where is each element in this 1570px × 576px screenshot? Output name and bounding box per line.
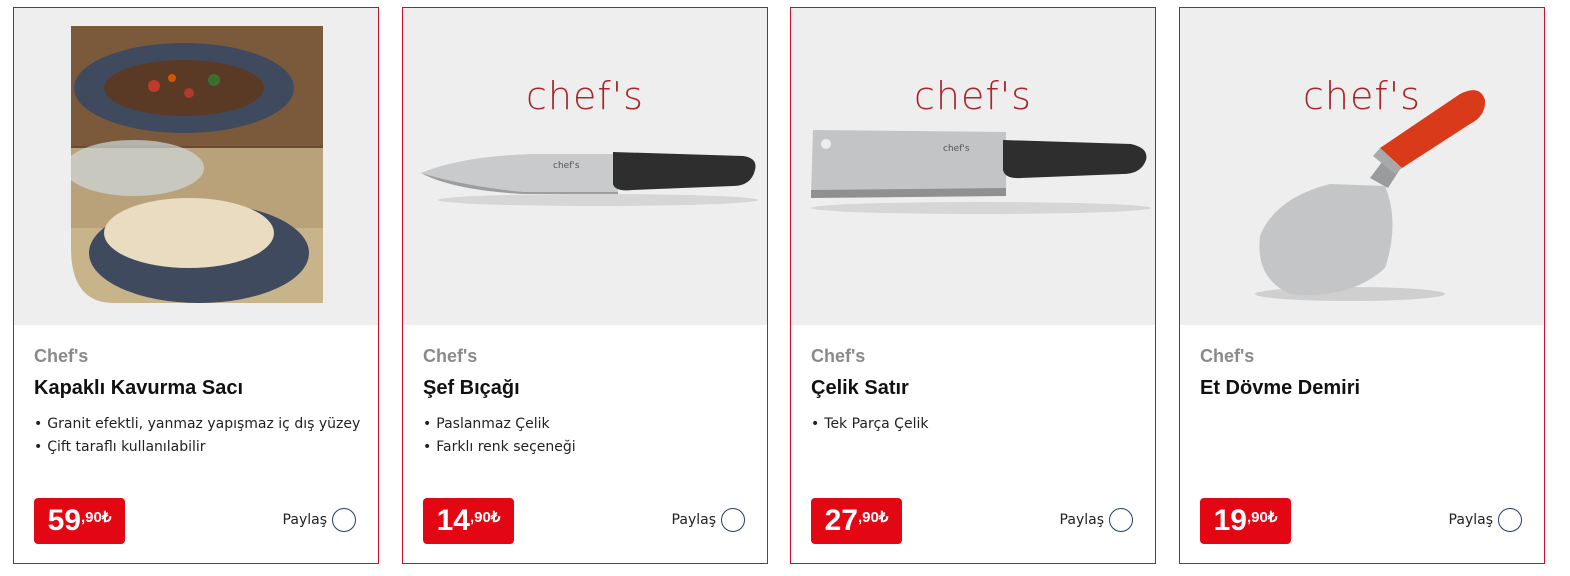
product-brand: Chef's xyxy=(34,346,89,366)
price-badge: 59 ,90₺ xyxy=(34,498,125,544)
share-circle-icon[interactable] xyxy=(1498,508,1522,532)
share-label: Paylaş xyxy=(1448,512,1493,528)
svg-text:chef's: chef's xyxy=(553,161,580,171)
product-image[interactable]: chef's xyxy=(1180,8,1544,325)
price-integer: 27 xyxy=(824,504,858,537)
product-card[interactable]: chef's chef's Chef's Şef Bıçağı Paslanma… xyxy=(402,7,768,564)
product-brand: Chef's xyxy=(811,346,866,366)
feature-item: Çift taraflı kullanılabilir xyxy=(34,436,360,459)
price-badge: 14 ,90₺ xyxy=(423,498,514,544)
pan-photo xyxy=(14,8,378,325)
share-circle-icon[interactable] xyxy=(1109,508,1133,532)
product-title[interactable]: Kapaklı Kavurma Sacı xyxy=(34,377,243,400)
price-decimal: ,90₺ xyxy=(469,509,501,526)
product-card[interactable]: Chef's Kapaklı Kavurma Sacı Granit efekt… xyxy=(13,7,379,564)
product-image[interactable] xyxy=(14,8,378,325)
feature-list: Granit efektli, yanmaz yapışmaz iç dış y… xyxy=(34,413,360,459)
share-label: Paylaş xyxy=(282,512,327,528)
cleaver-photo: chef's xyxy=(811,130,1151,214)
feature-item: Farklı renk seçeneği xyxy=(423,436,575,459)
share-button[interactable]: Paylaş xyxy=(1060,508,1133,532)
share-circle-icon[interactable] xyxy=(721,508,745,532)
share-label: Paylaş xyxy=(671,512,716,528)
meat-tenderizer-photo xyxy=(1255,90,1486,301)
price-decimal: ,90₺ xyxy=(80,509,112,526)
feature-list: Tek Parça Çelik xyxy=(811,413,928,436)
share-button[interactable]: Paylaş xyxy=(283,508,356,532)
price-integer: 14 xyxy=(436,504,470,537)
price-badge: 27 ,90₺ xyxy=(811,498,902,544)
product-card[interactable]: chef's Chef's Et Dövme Demiri 19 ,90₺ Pa… xyxy=(1179,7,1545,564)
product-card[interactable]: chef's chef's Chef's Çelik Satır Tek Par… xyxy=(790,7,1156,564)
svg-text:chef's: chef's xyxy=(943,144,970,154)
price-integer: 59 xyxy=(47,504,81,537)
share-button[interactable]: Paylaş xyxy=(672,508,745,532)
share-button[interactable]: Paylaş xyxy=(1449,508,1522,532)
feature-item: Granit efektli, yanmaz yapışmaz iç dış y… xyxy=(34,413,360,436)
product-title[interactable]: Çelik Satır xyxy=(811,377,909,400)
share-label: Paylaş xyxy=(1059,512,1104,528)
product-title[interactable]: Et Dövme Demiri xyxy=(1200,377,1360,400)
chef-knife-photo: chef's xyxy=(421,152,758,206)
product-title[interactable]: Şef Bıçağı xyxy=(423,377,520,400)
share-circle-icon[interactable] xyxy=(332,508,356,532)
feature-item: Paslanmaz Çelik xyxy=(423,413,576,436)
product-brand: Chef's xyxy=(423,346,478,366)
feature-list: Paslanmaz Çelik Farklı renk seçeneği xyxy=(423,413,576,459)
product-image[interactable]: chef's chef's xyxy=(791,8,1155,325)
price-decimal: ,90₺ xyxy=(1246,509,1278,526)
product-image[interactable]: chef's chef's xyxy=(403,8,767,325)
price-decimal: ,90₺ xyxy=(857,509,889,526)
price-integer: 19 xyxy=(1213,504,1247,537)
product-brand: Chef's xyxy=(1200,346,1255,366)
price-badge: 19 ,90₺ xyxy=(1200,498,1291,544)
feature-item: Tek Parça Çelik xyxy=(811,413,928,436)
